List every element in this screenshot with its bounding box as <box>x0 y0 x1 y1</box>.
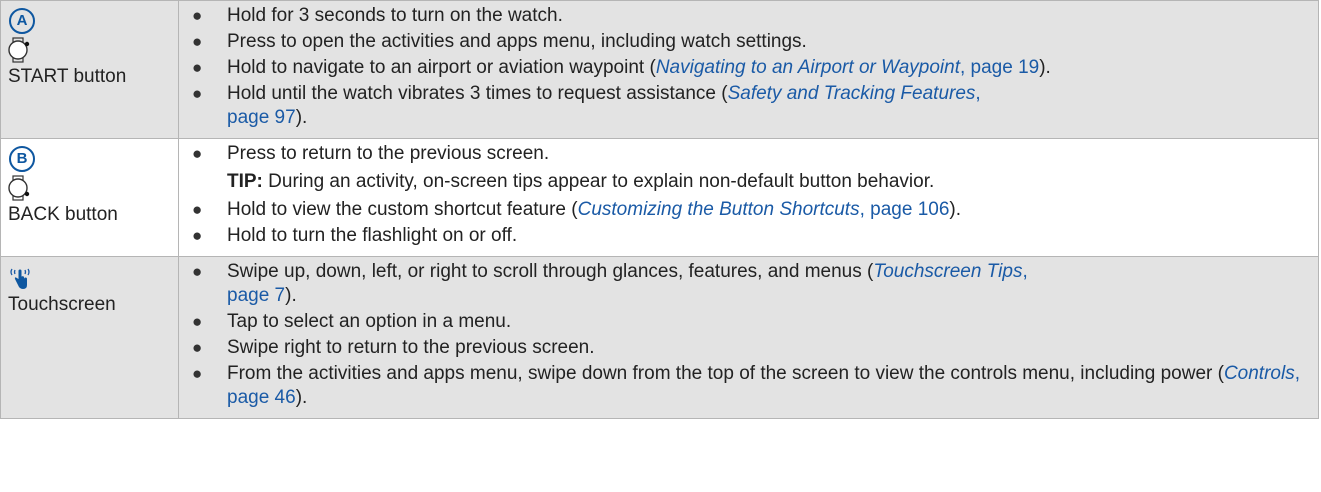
circle-b-icon: B <box>9 146 35 172</box>
button-reference-table: A START button ● Hold for 3 seconds to tu… <box>0 0 1319 419</box>
list-item: ● Press to open the activities and apps m… <box>192 31 807 52</box>
start-button-description: ● Hold for 3 seconds to turn on the watch… <box>178 0 1319 139</box>
watch-back-button-icon <box>8 175 30 201</box>
link-page-97[interactable]: page 97 <box>227 107 296 128</box>
touchscreen-description: ● Swipe up, down, left, or right to scrol… <box>178 256 1319 419</box>
list-item: ● Hold for 3 seconds to turn on the watch… <box>192 5 563 26</box>
back-button-description: ● Press to return to the previous screen.… <box>178 138 1319 257</box>
watch-start-button-icon <box>8 37 30 63</box>
list-item: ● Hold until the watch vibrates 3 times t… <box>192 83 981 128</box>
list-item: ● Press to return to the previous screen. <box>192 143 550 164</box>
link-page-7[interactable]: page 7 <box>227 285 285 306</box>
list-item: ● Tap to select an option in a menu. <box>192 311 512 332</box>
touch-hand-icon <box>10 268 30 289</box>
start-button-label: START button <box>8 66 127 87</box>
list-item: ● Hold to navigate to an airport or aviat… <box>192 57 1051 78</box>
list-item: ● Swipe up, down, left, or right to scrol… <box>192 261 1028 306</box>
link-page-46[interactable]: page 46 <box>227 387 296 408</box>
back-button-cell: B BACK button <box>0 138 179 257</box>
tip-note: TIP: During an activity, on-screen tips … <box>227 171 935 192</box>
circle-a-icon: A <box>9 8 35 34</box>
touchscreen-label: Touchscreen <box>8 294 116 315</box>
start-button-cell: A START button <box>0 0 179 139</box>
touchscreen-cell: Touchscreen <box>0 256 179 419</box>
link-navigating-to-airport[interactable]: Navigating to an Airport or Waypoint <box>656 57 960 78</box>
table-row-back: B BACK button ● Press to return to the pr… <box>0 138 1319 257</box>
list-item: ● From the activities and apps menu, swip… <box>192 363 1300 408</box>
link-controls[interactable]: Controls <box>1224 363 1295 384</box>
link-touchscreen-tips[interactable]: Touchscreen Tips <box>873 261 1022 282</box>
link-page-106[interactable]: page 106 <box>870 199 949 220</box>
back-button-label: BACK button <box>8 204 118 225</box>
list-item: ● Swipe right to return to the previous s… <box>192 337 595 358</box>
list-item: ● Hold to turn the flashlight on or off. <box>192 225 518 246</box>
link-customizing-shortcuts[interactable]: Customizing the Button Shortcuts <box>578 199 860 220</box>
link-page-19[interactable]: page 19 <box>971 57 1040 78</box>
table-row-touchscreen: Touchscreen ● Swipe up, down, left, or ri… <box>0 256 1319 419</box>
list-item: ● Hold to view the custom shortcut featur… <box>192 199 962 220</box>
table-row-start: A START button ● Hold for 3 seconds to tu… <box>0 0 1319 139</box>
link-safety-tracking[interactable]: Safety and Tracking Features <box>728 83 976 104</box>
